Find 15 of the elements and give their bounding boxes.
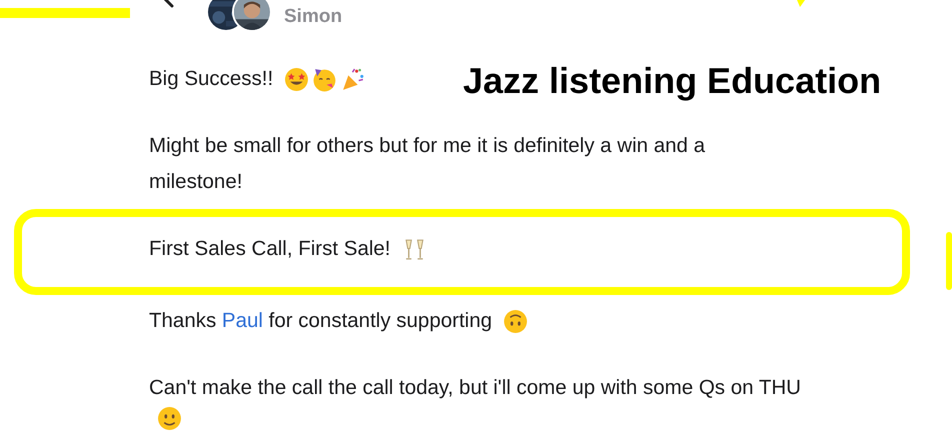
message-text: Thanks Paul for constantly supporting	[149, 308, 492, 334]
annotation-mark	[795, 0, 807, 8]
smiling-face-icon	[157, 406, 182, 431]
message-text: First Sales Call, First Sale!	[149, 236, 390, 262]
party-popper-icon	[340, 66, 366, 92]
message-text: Can't make the call the call today, but i'll come up with some Qs on THU	[149, 376, 801, 399]
mention-link[interactable]: Paul	[222, 309, 263, 332]
star-eyes-face-icon	[284, 66, 310, 92]
party-hat-face-icon	[312, 66, 338, 92]
author-name[interactable]: Simon	[284, 6, 342, 28]
message-text: Might be small for others but for me it is definitely a win and a milestone!	[149, 133, 706, 195]
caption-text: Jazz listening Education	[463, 60, 882, 102]
upside-down-face-icon	[503, 308, 528, 334]
message-text: Big Success!!	[149, 66, 274, 92]
annotation-mark	[946, 232, 952, 290]
